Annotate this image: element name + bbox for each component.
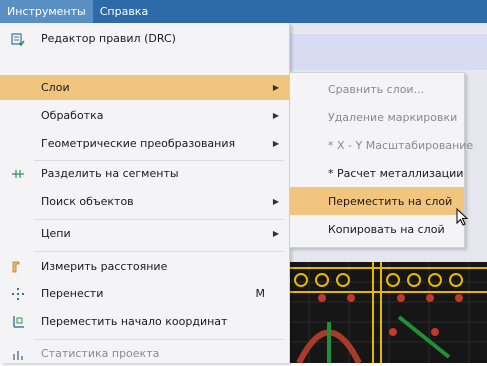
menu-item-label: Перенести — [41, 287, 104, 300]
menu-item-label: Цепи — [41, 227, 71, 240]
submenu-arrow-icon: ▶ — [272, 197, 279, 206]
menu-item-find-objects[interactable]: Поиск объектов ▶ — [0, 189, 289, 214]
submenu-item-move-to-layer[interactable]: Переместить на слой — [290, 187, 464, 215]
menu-item-split-segments[interactable]: Разделить на сегменты — [0, 161, 289, 186]
menu-item-label: Переместить начало координат — [41, 315, 228, 328]
submenu-item-label: Переместить на слой — [328, 194, 453, 208]
menu-item-label: Статистика проекта — [41, 347, 160, 360]
ruler-icon — [10, 259, 26, 275]
menu-item-label: Редактор правил (DRC) — [41, 32, 176, 45]
menu-tools[interactable]: Инструменты — [0, 0, 93, 23]
origin-icon — [10, 314, 26, 330]
submenu-arrow-icon: ▶ — [272, 83, 279, 92]
split-segments-icon — [10, 166, 26, 182]
submenu-item-compare-layers[interactable]: Сравнить слои... — [290, 75, 464, 103]
submenu-item-label: Копировать на слой — [328, 222, 445, 236]
menu-item-label: Поиск объектов — [41, 195, 134, 208]
menu-item-project-statistics[interactable]: Статистика проекта — [0, 341, 289, 366]
submenu-item-label: * Расчет металлизации — [328, 166, 464, 180]
menu-item-label: Обработка — [41, 109, 104, 122]
submenu-item-label: Сравнить слои... — [328, 82, 425, 96]
tools-dropdown-menu: Редактор правил (DRC) Слои ▶ Обработка ▶… — [0, 23, 290, 363]
menu-item-move-origin[interactable]: Переместить начало координат — [0, 309, 289, 334]
submenu-arrow-icon: ▶ — [272, 111, 279, 120]
submenu-item-remove-marking[interactable]: Удаление маркировки — [290, 103, 464, 131]
menu-separator — [34, 339, 284, 340]
submenu-item-plating-calc[interactable]: * Расчет металлизации — [290, 159, 464, 187]
menu-item-label: Разделить на сегменты — [41, 167, 179, 180]
menu-separator — [34, 219, 284, 220]
menu-item-nets[interactable]: Цепи ▶ — [0, 221, 289, 246]
statistics-icon — [10, 346, 26, 362]
submenu-item-label: * X - Y Масштабирование — [328, 138, 474, 152]
menu-item-label: Слои — [41, 81, 70, 94]
menu-item-processing[interactable]: Обработка ▶ — [0, 103, 289, 128]
submenu-arrow-icon: ▶ — [272, 229, 279, 238]
submenu-arrow-icon: ▶ — [272, 139, 279, 148]
menu-item-geometric-transforms[interactable]: Геометрические преобразования ▶ — [0, 131, 289, 156]
menu-item-label: Геометрические преобразования — [41, 137, 236, 150]
menu-item-layers[interactable]: Слои ▶ — [0, 75, 289, 100]
pcb-drawing — [289, 262, 487, 363]
menu-item-move[interactable]: Перенести M — [0, 281, 289, 306]
mouse-cursor-icon — [456, 207, 470, 231]
move-icon — [10, 286, 26, 302]
submenu-item-label: Удаление маркировки — [328, 110, 458, 124]
menu-item-label: Измерить расстояние — [41, 260, 168, 273]
layers-submenu: Сравнить слои... Удаление маркировки * X… — [289, 72, 473, 248]
pcb-canvas[interactable] — [289, 262, 487, 363]
submenu-item-copy-to-layer[interactable]: Копировать на слой — [290, 215, 464, 243]
menu-item-drc-editor[interactable]: Редактор правил (DRC) — [0, 26, 289, 51]
drc-rules-icon — [10, 31, 26, 47]
toolbar-strip — [289, 34, 487, 70]
menu-help[interactable]: Справка — [93, 0, 155, 23]
submenu-item-xy-scaling[interactable]: * X - Y Масштабирование — [290, 131, 473, 159]
menu-bar: Инструменты Справка — [0, 0, 487, 23]
menu-item-measure-distance[interactable]: Измерить расстояние — [0, 254, 289, 279]
menu-separator — [34, 251, 284, 252]
shortcut-text: M — [255, 287, 266, 300]
